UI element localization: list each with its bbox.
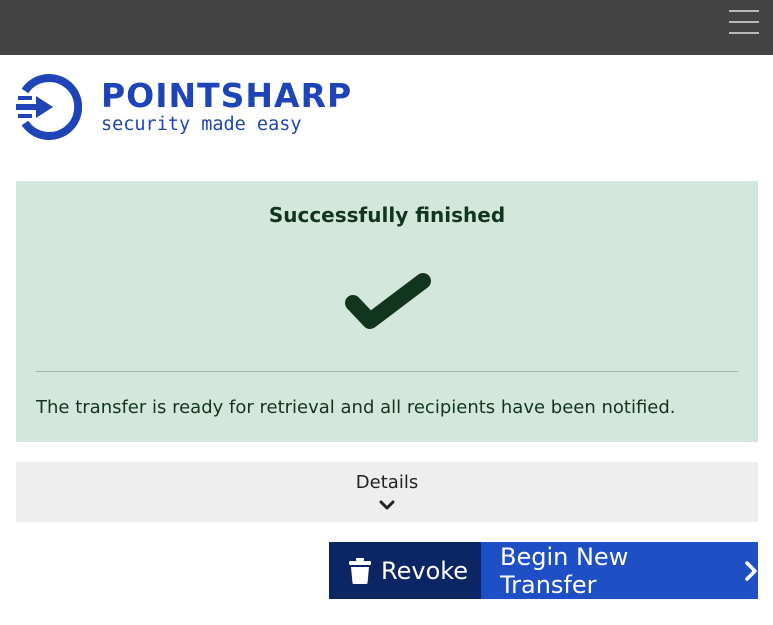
success-message: The transfer is ready for retrieval and … bbox=[36, 397, 676, 418]
details-toggle[interactable]: Details bbox=[16, 462, 758, 522]
chevron-right-icon bbox=[745, 560, 757, 581]
checkmark-icon bbox=[345, 273, 431, 329]
revoke-button[interactable]: Revoke bbox=[329, 542, 481, 599]
brand-tagline: security made easy bbox=[101, 114, 302, 135]
hamburger-menu-icon[interactable] bbox=[729, 8, 759, 36]
chevron-down-icon bbox=[379, 500, 395, 510]
brand-name: POINTSHARP bbox=[101, 76, 353, 115]
revoke-label: Revoke bbox=[381, 556, 469, 585]
top-navbar bbox=[0, 0, 773, 55]
success-title: Successfully finished bbox=[268, 203, 506, 227]
trash-icon bbox=[349, 557, 371, 584]
pointsharp-logo: POINTSHARP security made easy bbox=[16, 74, 376, 144]
pointsharp-logo-mark-icon bbox=[16, 74, 82, 140]
begin-new-transfer-label: Begin New Transfer bbox=[500, 542, 629, 599]
success-divider bbox=[36, 371, 738, 372]
details-label: Details bbox=[355, 472, 419, 493]
begin-new-transfer-button[interactable]: Begin New Transfer bbox=[481, 542, 758, 599]
